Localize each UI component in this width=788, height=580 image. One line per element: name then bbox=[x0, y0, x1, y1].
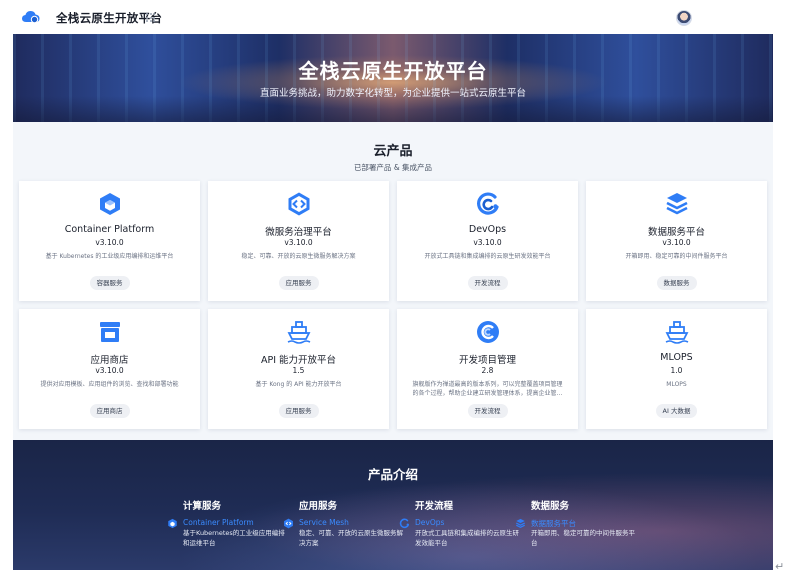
layers-icon bbox=[515, 518, 526, 529]
intro-column-compute: 计算服务 Container Platform 基于Kubernetes的工业级… bbox=[168, 498, 293, 547]
intro-link[interactable]: DevOps bbox=[415, 518, 444, 527]
product-version: v3.10.0 bbox=[473, 238, 502, 247]
product-card-microservice[interactable]: 微服务治理平台 v3.10.0 稳定、可靠、开放的云原生微服务解决方案 应用服务 bbox=[208, 181, 389, 301]
product-name: 应用商店 bbox=[90, 355, 129, 366]
swirl-icon bbox=[477, 321, 499, 343]
product-tag[interactable]: 数据服务 bbox=[656, 276, 697, 290]
product-name: MLOPS bbox=[660, 352, 693, 363]
product-tag[interactable]: 容器服务 bbox=[89, 276, 130, 290]
product-name: 开发项目管理 bbox=[458, 355, 516, 366]
hexagon-code-icon bbox=[284, 518, 293, 529]
intro-description: 开箱即用、稳定可靠的中间件服务平台 bbox=[531, 529, 635, 547]
product-card-mlops[interactable]: MLOPS 1.0 MLOPS AI 大数据 bbox=[586, 309, 767, 429]
product-tag[interactable]: 应用商店 bbox=[89, 404, 130, 418]
return-arrow-icon: ↵ bbox=[775, 560, 785, 573]
intro-column-heading: 开发流程 bbox=[415, 501, 454, 512]
hero-subtitle: 直面业务挑战，助力数字化转型，为企业提供一站式云原生平台 bbox=[259, 88, 526, 99]
product-tag[interactable]: 应用服务 bbox=[278, 404, 319, 418]
product-version: 1.0 bbox=[670, 366, 683, 375]
product-description: 基于 Kong 的 API 能力开放平台 bbox=[255, 381, 342, 388]
product-description: 基于 Kubernetes 的工业级应用编排和运维平台 bbox=[45, 253, 174, 260]
intro-link[interactable]: 数据服务平台 bbox=[531, 518, 576, 529]
product-tag[interactable]: 开发流程 bbox=[467, 276, 508, 290]
devops-cycle-icon bbox=[477, 192, 499, 215]
product-description: 开箱即用、稳定可靠的中间件服务平台 bbox=[625, 253, 728, 260]
ship-icon bbox=[287, 321, 311, 344]
avatar[interactable] bbox=[676, 10, 692, 26]
product-tag[interactable]: AI 大数据 bbox=[655, 404, 698, 418]
store-icon bbox=[100, 322, 120, 342]
intro-column-heading: 应用服务 bbox=[299, 501, 338, 512]
product-version: v3.10.0 bbox=[662, 238, 691, 247]
product-tag[interactable]: 开发流程 bbox=[467, 404, 508, 418]
product-version: v3.10.0 bbox=[95, 366, 124, 375]
product-name: 微服务治理平台 bbox=[265, 227, 332, 238]
cloud-logo-icon[interactable] bbox=[21, 9, 41, 25]
product-card-api-platform[interactable]: API 能力开放平台 1.5 基于 Kong 的 API 能力开放平台 应用服务 bbox=[208, 309, 389, 429]
product-name: 数据服务平台 bbox=[647, 227, 705, 238]
product-name: API 能力开放平台 bbox=[260, 355, 337, 366]
ship-icon bbox=[665, 321, 689, 344]
app-grid-icon[interactable] bbox=[146, 13, 155, 22]
product-card-devops[interactable]: DevOps v3.10.0 开放式工具链和集成编排的云原生研发效能平台 开发流… bbox=[397, 181, 578, 301]
cloud-products-section: 云产品 已部署产品 & 集成产品 Container Platform v3.1… bbox=[13, 122, 773, 440]
cube-icon bbox=[100, 193, 120, 215]
product-description: 旗舰版作为禅道最高的版本系列，可以完整覆盖项目管理的各个过程，帮助企业建立研发管… bbox=[412, 381, 563, 397]
intro-link[interactable]: Container Platform bbox=[183, 518, 254, 527]
layers-icon bbox=[666, 193, 688, 215]
section-title: 云产品 bbox=[373, 144, 413, 159]
product-card-data-service[interactable]: 数据服务平台 v3.10.0 开箱即用、稳定可靠的中间件服务平台 数据服务 bbox=[586, 181, 767, 301]
product-description: 稳定、可靠、开放的云原生微服务解决方案 bbox=[241, 253, 356, 260]
intro-column-heading: 数据服务 bbox=[531, 501, 570, 512]
cube-icon bbox=[168, 518, 177, 529]
hero-banner: 全栈云原生开放平台 直面业务挑战，助力数字化转型，为企业提供一站式云原生平台 bbox=[13, 34, 773, 122]
product-description: 开放式工具链和集成编排的云原生研发效能平台 bbox=[424, 253, 551, 260]
intro-description: 基于Kubernetes的工业级应用编排和运维平台 bbox=[183, 529, 285, 547]
top-bar: 全栈云原生开放平台 bbox=[0, 0, 788, 34]
product-intro-section: 产品介绍 计算服务 Container Platform 基于Kubernete… bbox=[13, 440, 773, 570]
section-subtitle: 已部署产品 & 集成产品 bbox=[353, 163, 433, 172]
product-version: v3.10.0 bbox=[95, 238, 124, 247]
intro-description: 稳定、可靠、开放的云原生微服务解决方案 bbox=[299, 529, 403, 547]
product-name: DevOps bbox=[468, 224, 507, 235]
hero-title: 全栈云原生开放平台 bbox=[298, 59, 488, 83]
devops-cycle-icon bbox=[399, 518, 410, 529]
hexagon-code-icon bbox=[288, 192, 310, 216]
intro-column-devflow: 开发流程 DevOps 开放式工具链和集成编排的云原生研发效能平台 bbox=[399, 498, 525, 547]
product-description: MLOPS bbox=[666, 381, 687, 388]
product-name: Container Platform bbox=[64, 224, 155, 235]
product-card-project-management[interactable]: 开发项目管理 2.8 旗舰版作为禅道最高的版本系列，可以完整覆盖项目管理的各个过… bbox=[397, 309, 578, 429]
intro-column-data: 数据服务 数据服务平台 开箱即用、稳定可靠的中间件服务平台 bbox=[515, 498, 641, 547]
intro-description: 开放式工具链和集成编排的云原生研发效能平台 bbox=[415, 529, 519, 547]
product-version: v3.10.0 bbox=[284, 238, 313, 247]
product-description: 提供对应用模板、应用组件的浏览、查找和部署功能 bbox=[40, 381, 179, 388]
product-card-app-store[interactable]: 应用商店 v3.10.0 提供对应用模板、应用组件的浏览、查找和部署功能 应用商… bbox=[19, 309, 200, 429]
intro-column-app: 应用服务 Service Mesh 稳定、可靠、开放的云原生微服务解决方案 bbox=[284, 498, 409, 547]
intro-link[interactable]: Service Mesh bbox=[299, 518, 349, 527]
intro-title: 产品介绍 bbox=[367, 467, 418, 482]
product-version: 2.8 bbox=[481, 366, 494, 375]
intro-column-heading: 计算服务 bbox=[183, 501, 222, 512]
product-tag[interactable]: 应用服务 bbox=[278, 276, 319, 290]
product-version: 1.5 bbox=[292, 366, 305, 375]
product-card-container-platform[interactable]: Container Platform v3.10.0 基于 Kubernetes… bbox=[19, 181, 200, 301]
